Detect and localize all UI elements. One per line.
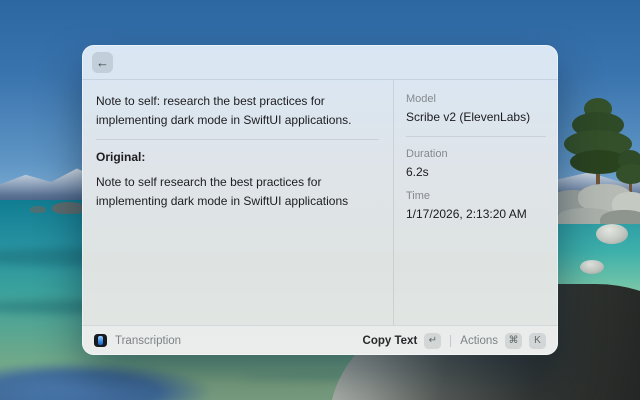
transcription-app-icon [94, 334, 107, 347]
model-group: Model Scribe v2 (ElevenLabs) [406, 93, 546, 137]
transcript-divider [96, 139, 379, 140]
model-value: Scribe v2 (ElevenLabs) [406, 110, 531, 124]
footer-app-name: Transcription [115, 334, 182, 347]
window-body: Note to self: research the best practice… [82, 80, 558, 325]
footer-actions: Copy Text ↵ Actions ⌘ K [363, 332, 546, 349]
desktop: ← Note to self: research the best practi… [0, 0, 640, 400]
time-label: Time [406, 190, 431, 202]
transcript-pane: Note to self: research the best practice… [82, 80, 393, 325]
wallpaper-rock [30, 206, 46, 213]
wallpaper-white-rock [596, 224, 628, 244]
waveform-orb-icon [98, 336, 103, 345]
actions-button[interactable]: Actions [460, 335, 498, 347]
duration-label: Duration [406, 148, 448, 160]
transcription-window: ← Note to self: research the best practi… [82, 45, 558, 355]
back-button[interactable]: ← [92, 51, 113, 73]
timing-group: Duration 6.2s Time 1/17/2026, 2:13:20 AM [406, 137, 546, 221]
wallpaper-rock [52, 202, 86, 214]
window-footer: Transcription Copy Text ↵ Actions ⌘ K [82, 325, 558, 355]
k-keycap[interactable]: K [529, 332, 546, 349]
model-label: Model [406, 93, 436, 105]
time-row: Time 1/17/2026, 2:13:20 AM [406, 190, 546, 221]
original-transcript-text: Note to self research the best practices… [96, 175, 349, 208]
duration-value: 6.2s [406, 165, 429, 179]
details-sidebar: Model Scribe v2 (ElevenLabs) Duration 6.… [393, 80, 558, 325]
duration-row: Duration 6.2s [406, 148, 546, 179]
cleaned-transcript-text: Note to self: research the best practice… [96, 94, 352, 127]
wallpaper-blue-reef [0, 362, 210, 400]
wallpaper-white-rock [580, 260, 604, 274]
return-keycap[interactable]: ↵ [424, 332, 442, 349]
original-section-label: Original: [96, 150, 146, 164]
time-value: 1/17/2026, 2:13:20 AM [406, 207, 527, 221]
footer-separator [450, 334, 452, 347]
model-row: Model Scribe v2 (ElevenLabs) [406, 93, 546, 124]
back-arrow-icon: ← [96, 54, 109, 70]
copy-text-button[interactable]: Copy Text [363, 335, 418, 347]
command-keycap[interactable]: ⌘ [505, 332, 522, 349]
window-header: ← [82, 45, 558, 80]
footer-app-identity: Transcription [94, 334, 181, 347]
